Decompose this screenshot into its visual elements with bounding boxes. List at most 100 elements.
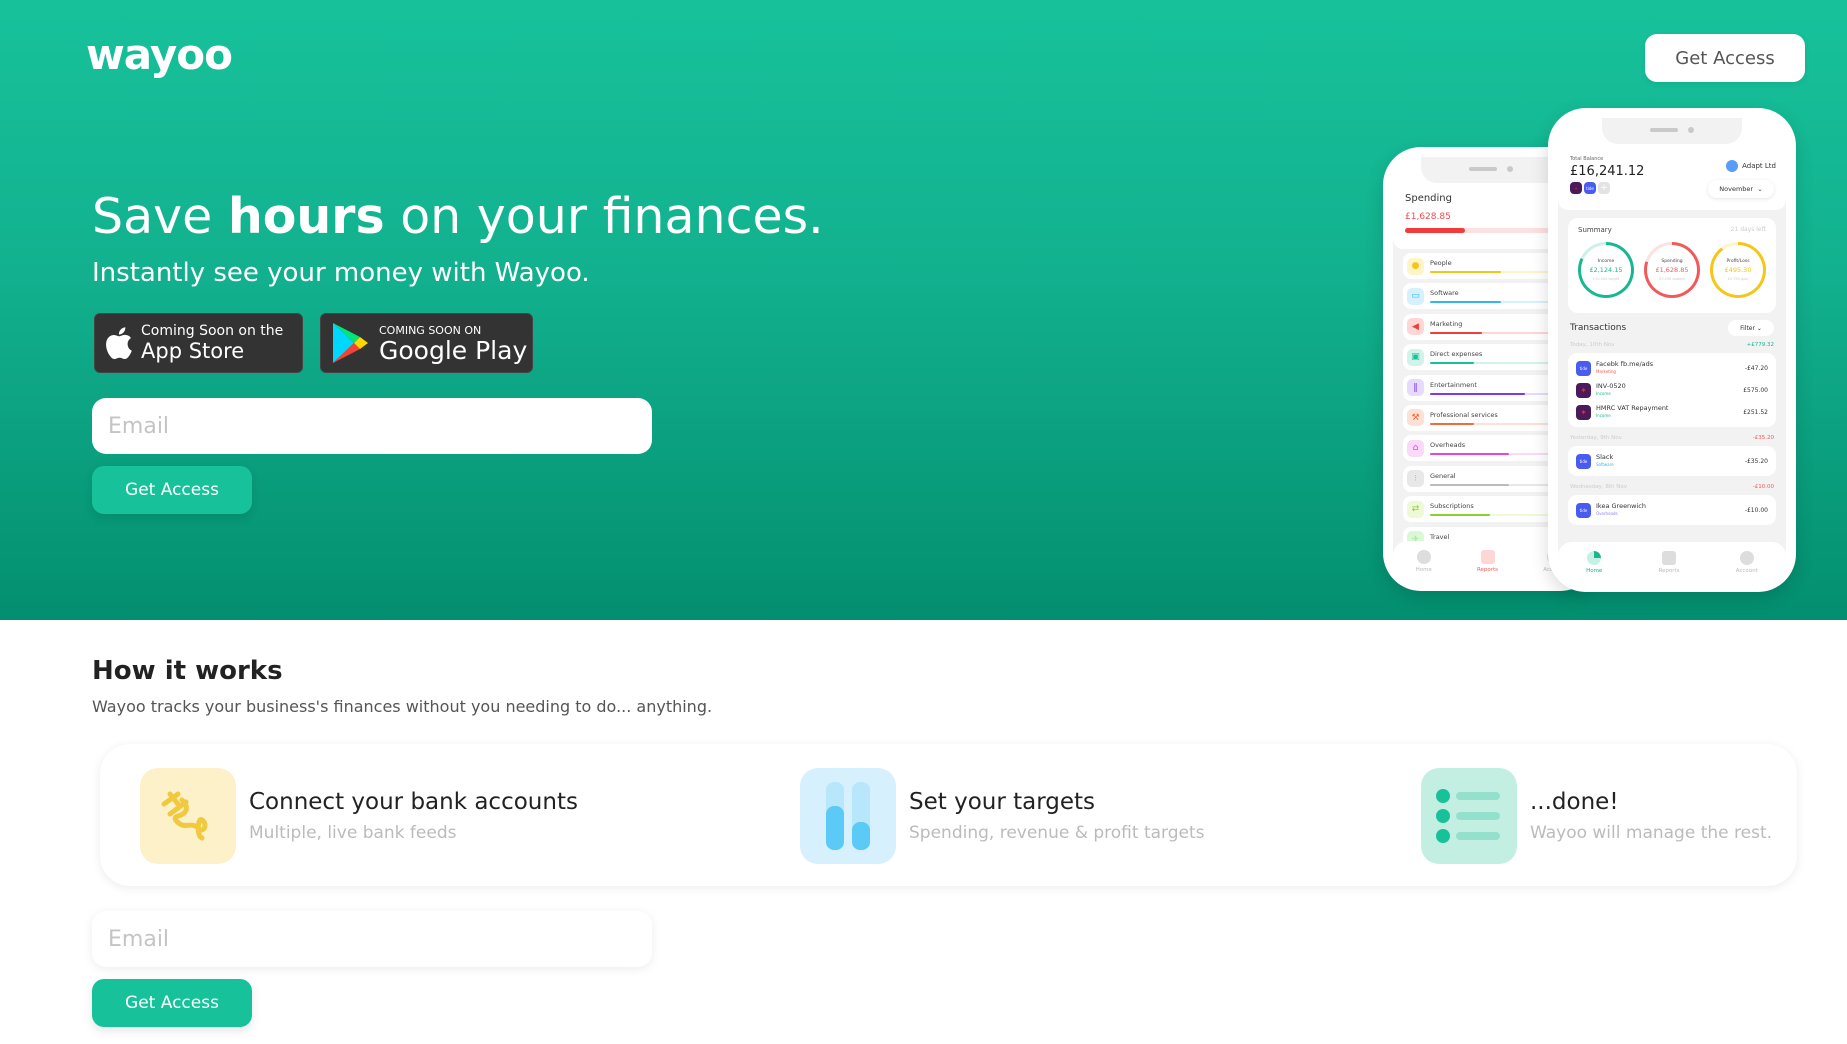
step-title: ...done! [1530, 789, 1619, 815]
step-description: Multiple, live bank feeds [249, 823, 457, 843]
transaction-row[interactable]: tide Ikea Greenwich Overheads -£10.00 [1576, 499, 1768, 521]
hero-section: wayoo Get Access Save hours on your fina… [0, 0, 1847, 620]
google-play-badge[interactable]: COMING SOON ON Google Play [320, 313, 533, 373]
home-bottom-nav: Home Reports Account [1558, 542, 1786, 582]
box-icon: ▣ [1407, 348, 1424, 366]
footer-get-access-button[interactable]: Get Access [92, 979, 252, 1027]
ring-sub: £10,000 target [1592, 276, 1620, 281]
user-icon [1739, 550, 1754, 565]
transaction-row[interactable]: tide Facebk fb.me/ads Marketing -£47.20 [1576, 357, 1768, 379]
transactions-title: Transactions [1570, 323, 1627, 333]
month-select[interactable]: November ⌄ [1708, 180, 1774, 198]
ring-value: £1,628.85 [1655, 265, 1689, 274]
org-logo-icon [1726, 160, 1739, 172]
transaction-category: Overheads [1596, 511, 1618, 516]
summary-ring: Profit/Loss £495.30 £4,750 goal [1710, 242, 1766, 298]
step-done: ...done! Wayoo will manage the rest. [1421, 768, 1772, 864]
megaphone-icon: ◀ [1407, 318, 1424, 336]
cutlery-icon: ‖ [1407, 379, 1424, 397]
hero-subheadline: Instantly see your money with Wayoo. [92, 258, 590, 288]
transaction-row[interactable]: tide Slack Software -£35.20 [1576, 450, 1768, 472]
gavel-icon: ⚒ [1407, 409, 1424, 427]
checklist-icon [1421, 768, 1517, 864]
transaction-amount: -£47.20 [1744, 364, 1768, 372]
laptop-icon: ▭ [1407, 287, 1424, 305]
ring-label: Profit/Loss [1726, 258, 1750, 264]
transaction-day-header: Wednesday, 8th Nov -£10.00 [1570, 484, 1774, 490]
filter-button[interactable]: Filter ⌄ [1728, 320, 1774, 336]
pie-icon [1416, 549, 1431, 564]
nav-home[interactable]: Home [1416, 549, 1432, 573]
bars-icon [1480, 549, 1495, 564]
transaction-category: Income [1596, 413, 1611, 418]
step-connect: Connect your bank accounts Multiple, liv… [140, 768, 578, 864]
summary-ring: Income £2,124.15 £10,000 target [1578, 242, 1634, 298]
grid-icon: ⁝ [1407, 470, 1424, 488]
step-description: Spending, revenue & profit targets [909, 823, 1205, 843]
wayoo-logo[interactable]: wayoo [86, 30, 233, 79]
transaction-card: tide Ikea Greenwich Overheads -£10.00 [1568, 495, 1776, 525]
ring-sub: £4,750 goal [1727, 276, 1749, 281]
transaction-name: Ikea Greenwich [1596, 502, 1646, 510]
hero-headline: Save hours on your finances. [92, 188, 824, 245]
bar-targets-icon [800, 768, 896, 864]
app-store-badge[interactable]: Coming Soon on the App Store [94, 313, 303, 373]
hero-email-input[interactable] [92, 398, 652, 454]
nav-reports[interactable]: Reports [1477, 549, 1498, 573]
header-get-access-button[interactable]: Get Access [1645, 34, 1805, 82]
transaction-amount: -£10.00 [1744, 506, 1768, 514]
natwest-bank-icon: ✦ [1576, 404, 1591, 420]
steps-card: Connect your bank accounts Multiple, liv… [100, 744, 1797, 886]
step-description: Wayoo will manage the rest. [1530, 823, 1773, 843]
transaction-name: INV-0520 [1596, 382, 1626, 390]
transaction-amount: £575.00 [1743, 386, 1768, 394]
ring-label: Spending [1661, 258, 1683, 264]
transaction-day-header: Today, 10th Nov +£779.32 [1570, 342, 1774, 348]
transaction-row[interactable]: ✦ HMRC VAT Repayment Income £251.52 [1576, 401, 1768, 423]
pie-icon [1587, 550, 1602, 565]
plug-icon [140, 768, 236, 864]
transaction-category: Marketing [1596, 369, 1616, 374]
summary-ring: Spending £1,628.85 £5,250 budget [1644, 242, 1700, 298]
person-icon: ● [1407, 257, 1424, 275]
step-title: Set your targets [909, 789, 1096, 815]
nav-account[interactable]: Account [1736, 550, 1758, 574]
summary-card: Summary 21 days left Income £2,124.15 £10,… [1568, 218, 1776, 313]
how-it-works-title: How it works [92, 656, 283, 686]
how-it-works-subtitle: Wayoo tracks your business's finances wi… [92, 697, 713, 716]
organisation[interactable]: Adapt Ltd [1726, 160, 1776, 172]
transaction-card: tide Slack Software -£35.20 [1568, 446, 1776, 476]
nav-reports[interactable]: Reports [1658, 550, 1680, 574]
ring-value: £2,124.15 [1589, 265, 1623, 274]
step-targets: Set your targets Spending, revenue & pro… [800, 768, 1205, 864]
transaction-category: Software [1596, 462, 1614, 467]
phone-mockup-home: Total Balance £16,241.12 ✦ tide + Adapt … [1548, 108, 1796, 592]
transaction-day-header: Yesterday, 9th Nov -£35.20 [1570, 435, 1774, 441]
apple-icon [95, 326, 141, 360]
add-bank-icon[interactable]: + [1598, 182, 1610, 194]
ring-sub: £5,250 budget [1659, 276, 1685, 281]
google-play-icon [321, 321, 379, 365]
natwest-bank-icon: ✦ [1576, 382, 1591, 398]
transaction-name: HMRC VAT Repayment [1596, 404, 1669, 412]
step-title: Connect your bank accounts [249, 789, 578, 815]
transaction-name: Facebk fb.me/ads [1596, 360, 1654, 368]
bars-icon [1662, 550, 1676, 565]
nav-home[interactable]: Home [1586, 550, 1602, 574]
transaction-row[interactable]: ✦ INV-0520 Income £575.00 [1576, 379, 1768, 401]
tide-bank-icon: tide [1576, 502, 1591, 518]
repeat-icon: ⇄ [1407, 500, 1424, 518]
transaction-card: tide Facebk fb.me/ads Marketing -£47.20 ✦ INV… [1568, 353, 1776, 427]
transaction-category: Income [1596, 391, 1611, 396]
transaction-amount: £251.52 [1743, 408, 1768, 416]
natwest-bank-icon[interactable]: ✦ [1570, 182, 1582, 194]
ring-label: Income [1597, 258, 1615, 264]
hero-get-access-button[interactable]: Get Access [92, 466, 252, 514]
footer-email-input[interactable] [92, 911, 652, 967]
tide-bank-icon[interactable]: tide [1584, 182, 1596, 194]
home-icon: ⌂ [1407, 439, 1424, 457]
tide-bank-icon: tide [1576, 453, 1591, 469]
ring-value: £495.30 [1724, 265, 1752, 274]
tide-bank-icon: tide [1576, 360, 1591, 376]
transaction-amount: -£35.20 [1744, 457, 1768, 465]
